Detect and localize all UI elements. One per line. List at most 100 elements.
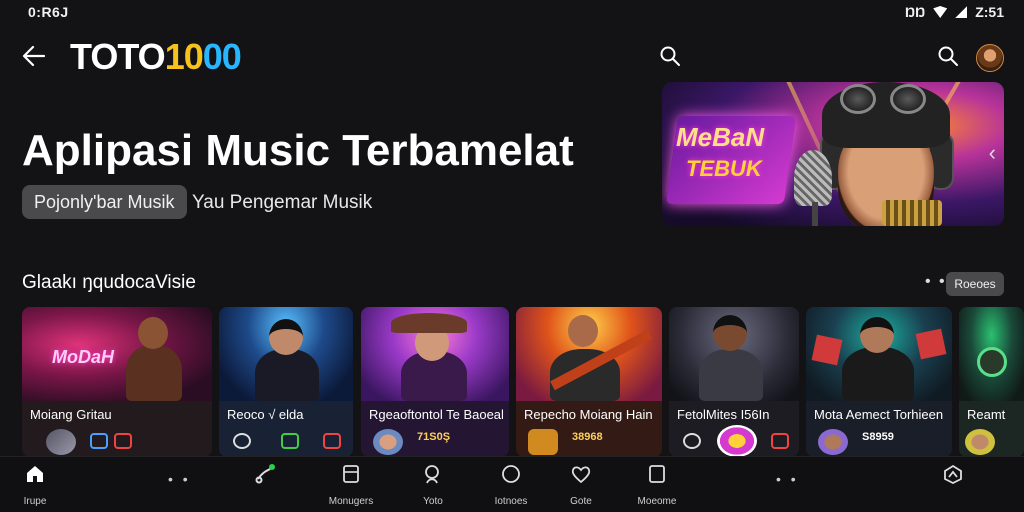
more-dots-icon[interactable]: • • <box>925 273 947 291</box>
card-body: Repecho Moiang Hain 38968 <box>516 401 662 457</box>
neon-panel <box>915 328 947 360</box>
card-artwork <box>516 307 662 401</box>
nav-iotnoes[interactable]: Iotnoes <box>476 463 546 507</box>
card-title: Reamt <box>967 407 1006 422</box>
podcast-icon[interactable] <box>233 433 251 449</box>
card-stat: 71S0Ş <box>417 431 451 443</box>
music-card[interactable]: MoDaH Moiang Gritau <box>22 307 212 457</box>
music-card[interactable]: FetolMites I56In <box>669 307 799 457</box>
nav-label: Gote <box>570 496 592 507</box>
back-arrow-icon[interactable] <box>18 40 50 72</box>
app-logo: TOTO1000 <box>70 36 242 78</box>
artist-head <box>977 347 1007 377</box>
card-body: Rgeaoftontol Te Baoeak 71S0Ş <box>361 401 509 457</box>
artist-figure <box>255 349 319 401</box>
hero-title: Aplipasi Music Terbamelat <box>22 126 574 175</box>
heart-icon <box>571 466 591 484</box>
video-icon[interactable] <box>771 433 789 449</box>
music-card[interactable]: Mota Aemect Torhieen S8959 <box>806 307 952 457</box>
card-body: Moiang Gritau <box>22 401 212 457</box>
music-card[interactable]: Reoco √ elda <box>219 307 353 457</box>
logo-text-white: TOTO <box>70 36 166 77</box>
card-stat: S8959 <box>862 431 894 443</box>
signal-icon <box>955 6 968 18</box>
microphone-icon <box>794 150 832 206</box>
card-thumbnail <box>818 429 848 455</box>
nav-gote[interactable]: Gote <box>546 463 616 507</box>
nav-label: Yoto <box>423 496 443 507</box>
logo-text-yellow: 10 <box>164 36 204 77</box>
artist-figure <box>842 347 914 401</box>
card-stat: 38968 <box>572 431 603 443</box>
card-thumbnail <box>373 429 403 455</box>
card-body: Reamt <box>959 401 1024 457</box>
music-card[interactable]: Repecho Moiang Hain 38968 <box>516 307 662 457</box>
artist-head <box>860 317 894 353</box>
profile-icon <box>944 464 962 485</box>
section-title: Glaakı ŋqudocaVisie <box>22 272 196 293</box>
card-artwork <box>806 307 952 401</box>
artist-figure <box>126 345 182 401</box>
card-body: Mota Aemect Torhieen S8959 <box>806 401 952 457</box>
music-card[interactable]: Rgeaoftontol Te Baoeak 71S0Ş <box>361 307 509 457</box>
hero-subtitle: Yau Pengemar Musik <box>192 192 373 213</box>
status-right-group: ŊŊ Z:51 <box>905 4 1004 20</box>
user-avatar[interactable] <box>976 44 1004 72</box>
card-thumbnail <box>528 429 558 455</box>
status-time-right: Z:51 <box>975 4 1004 20</box>
logo-text-blue: 00 <box>202 36 242 77</box>
square-icon <box>343 465 359 483</box>
nav-label: Irupe <box>23 496 47 507</box>
music-card-row: MoDaH Moiang Gritau Reoco √ elda Rgeaoft… <box>22 307 1024 457</box>
search-icon <box>425 465 439 484</box>
chain-necklace <box>882 200 942 226</box>
chevron-left-icon[interactable]: ‹ <box>989 140 996 166</box>
nav-moeome[interactable]: Moeome <box>622 463 692 507</box>
nav-home[interactable]: Irupe <box>0 463 70 507</box>
artist-figure <box>699 349 763 401</box>
search-icon[interactable] <box>658 44 682 68</box>
nav-yoto[interactable]: Yoto <box>398 463 468 507</box>
nav-profile[interactable] <box>918 463 988 490</box>
nfc-icon: ŊŊ <box>904 4 926 20</box>
share-icon[interactable] <box>90 433 108 449</box>
status-bar: 0:R6J ŊŊ Z:51 <box>0 0 1024 26</box>
artist-head <box>713 315 747 351</box>
category-chip[interactable]: Pojonly'bar Musik <box>22 185 187 219</box>
podcast-icon[interactable] <box>683 433 701 449</box>
neon-panel <box>811 334 843 366</box>
microphone-stand <box>812 202 818 226</box>
video-icon[interactable] <box>323 433 341 449</box>
artist-head <box>269 319 303 355</box>
nav-label: Moeome <box>637 496 677 507</box>
goggle-icon <box>840 84 876 114</box>
music-note-icon[interactable] <box>281 433 299 449</box>
music-note-icon <box>255 464 275 484</box>
dots-icon: • • <box>776 471 799 487</box>
music-card[interactable]: Reamt <box>959 307 1024 457</box>
featured-banner[interactable]: MeBaN TEBUK ‹ <box>662 82 1004 226</box>
goggle-icon <box>890 84 926 114</box>
bottom-navigation: Irupe • • Monugers Yoto Iotnoes Gote Moe… <box>0 456 1024 512</box>
card-artwork <box>361 307 509 401</box>
card-body: Reoco √ elda <box>219 401 353 457</box>
card-body: FetolMites I56In <box>669 401 799 457</box>
card-title: Rgeaoftontol Te Baoeak <box>369 407 503 422</box>
card-title: FetolMites I56In <box>677 407 770 422</box>
nav-monugers[interactable]: Monugers <box>316 463 386 507</box>
nav-label: Iotnoes <box>494 496 528 507</box>
card-title: Mota Aemect Torhieen <box>814 407 944 422</box>
nav-music[interactable] <box>230 463 300 490</box>
dots-icon: • • <box>168 471 191 487</box>
card-badge <box>717 425 757 457</box>
home-icon <box>27 466 43 482</box>
card-thumbnail <box>46 429 76 455</box>
search-icon[interactable] <box>936 44 960 68</box>
card-title: Reoco √ elda <box>227 407 304 422</box>
square-icon <box>649 465 665 483</box>
status-time-left: 0:R6J <box>28 4 69 20</box>
banner-sign-text-1: MeBaN <box>676 122 765 152</box>
like-icon[interactable] <box>114 433 132 449</box>
see-all-button[interactable]: Roeoes <box>946 272 1004 296</box>
nav-label: Monugers <box>328 496 374 507</box>
